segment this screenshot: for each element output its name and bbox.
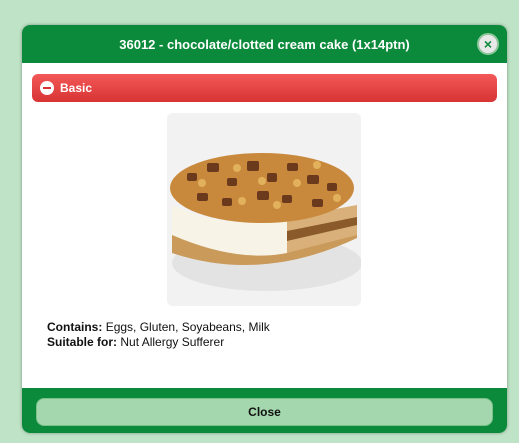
cake-image — [167, 113, 361, 306]
product-info: Contains: Eggs, Gluten, Soyabeans, Milk … — [47, 320, 270, 350]
suitable-label: Suitable for: — [47, 335, 118, 349]
section-label: Basic — [60, 81, 93, 95]
suitable-value: Nut Allergy Sufferer — [120, 335, 225, 349]
contains-label: Contains: — [47, 320, 103, 334]
contains-row: Contains: Eggs, Gluten, Soyabeans, Milk — [47, 320, 270, 335]
contains-value: Eggs, Gluten, Soyabeans, Milk — [105, 320, 270, 334]
dialog-title: 36012 - chocolate/clotted cream cake (1x… — [119, 36, 410, 52]
section-basic-toggle[interactable]: Basic — [32, 74, 497, 102]
close-x-icon[interactable]: × — [477, 33, 499, 55]
dialog-titlebar: 36012 - chocolate/clotted cream cake (1x… — [22, 25, 507, 63]
product-image — [167, 113, 361, 306]
product-dialog: 36012 - chocolate/clotted cream cake (1x… — [22, 25, 507, 433]
dialog-footer: Close — [22, 388, 507, 433]
minus-circle-icon — [40, 81, 54, 95]
close-button[interactable]: Close — [36, 398, 493, 426]
suitable-row: Suitable for: Nut Allergy Sufferer — [47, 335, 270, 350]
